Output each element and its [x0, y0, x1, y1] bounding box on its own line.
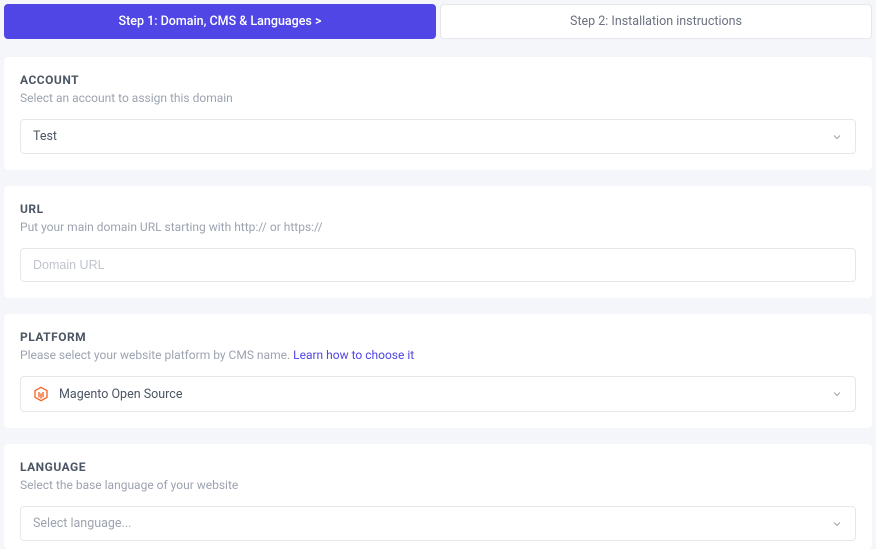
account-section: ACCOUNT Select an account to assign this… [4, 57, 872, 170]
platform-select[interactable]: Magento Open Source [20, 376, 856, 412]
url-title: URL [20, 202, 856, 216]
language-title: LANGUAGE [20, 460, 856, 474]
language-select[interactable]: Select language... [20, 506, 856, 541]
account-select-value: Test [33, 129, 57, 144]
platform-subtitle-text: Please select your website platform by C… [20, 348, 293, 362]
domain-url-input[interactable] [20, 248, 856, 282]
platform-subtitle: Please select your website platform by C… [20, 348, 856, 362]
chevron-down-icon [831, 388, 843, 400]
platform-section: PLATFORM Please select your website plat… [4, 314, 872, 428]
account-select[interactable]: Test [20, 119, 856, 154]
chevron-down-icon [831, 131, 843, 143]
language-subtitle: Select the base language of your website [20, 478, 856, 492]
platform-select-value: Magento Open Source [59, 387, 182, 402]
platform-title: PLATFORM [20, 330, 856, 344]
chevron-down-icon [831, 518, 843, 530]
learn-link[interactable]: Learn how to choose it [293, 348, 414, 362]
url-section: URL Put your main domain URL starting wi… [4, 186, 872, 298]
stepper: Step 1: Domain, CMS & Languages > Step 2… [0, 0, 876, 43]
url-subtitle: Put your main domain URL starting with h… [20, 220, 856, 234]
magento-icon [33, 386, 49, 402]
account-title: ACCOUNT [20, 73, 856, 87]
language-section: LANGUAGE Select the base language of you… [4, 444, 872, 549]
language-select-placeholder: Select language... [33, 516, 131, 531]
step-2-tab[interactable]: Step 2: Installation instructions [440, 4, 872, 39]
account-subtitle: Select an account to assign this domain [20, 91, 856, 105]
step-1-tab[interactable]: Step 1: Domain, CMS & Languages > [4, 4, 436, 39]
